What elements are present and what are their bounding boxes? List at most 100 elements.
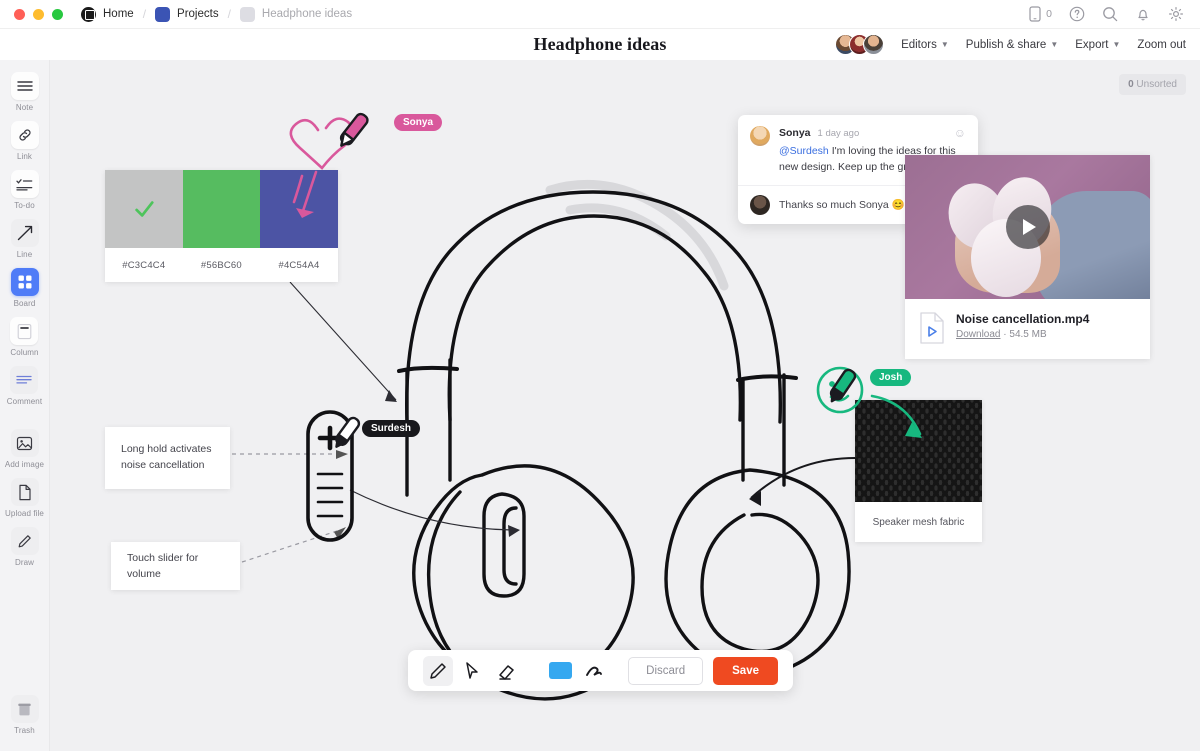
mobile-preview-icon[interactable]: 0 xyxy=(1029,6,1052,22)
sidebar-item-comment[interactable]: Comment xyxy=(7,366,42,406)
breadcrumb-label-current: Headphone ideas xyxy=(261,8,353,20)
swatch-chip[interactable] xyxy=(182,170,261,248)
home-icon xyxy=(81,6,96,22)
note-text: Long hold activates noise cancellation xyxy=(121,443,212,472)
settings-gear-icon[interactable] xyxy=(1168,6,1184,22)
document-header: Headphone ideas Editors ▼ Publish & shar… xyxy=(0,29,1200,60)
titlebar: Home / Projects / Headphone ideas 0 xyxy=(0,0,1200,29)
mesh-fabric-image xyxy=(855,400,982,502)
avatar xyxy=(750,194,770,215)
cursor-label-josh: Josh xyxy=(870,369,912,386)
swatch-item[interactable]: #4C54A4 xyxy=(260,170,338,282)
notifications-bell-icon[interactable] xyxy=(1135,6,1151,22)
breadcrumb-label-projects: Projects xyxy=(177,8,219,20)
app-window: Home / Projects / Headphone ideas 0 Head… xyxy=(0,0,1200,751)
sidebar-item-note[interactable]: Note xyxy=(10,72,39,112)
breadcrumb-item-home[interactable]: Home xyxy=(81,6,134,22)
swatch-item[interactable]: #56BC60 xyxy=(182,170,261,282)
unsorted-badge[interactable]: 0 Unsorted xyxy=(1119,74,1186,95)
help-icon[interactable] xyxy=(1069,6,1085,22)
sidebar-item-trash[interactable]: Trash xyxy=(10,695,39,735)
swatch-chip[interactable] xyxy=(260,170,338,248)
play-button[interactable] xyxy=(1005,205,1050,249)
save-button[interactable]: Save xyxy=(713,656,778,685)
image-icon xyxy=(10,429,39,457)
select-cursor-tool-button[interactable] xyxy=(457,656,487,686)
sidebar-item-add-image[interactable]: Add image xyxy=(5,429,44,469)
breadcrumb-item-projects[interactable]: Projects xyxy=(155,6,219,22)
swatch-chip[interactable] xyxy=(105,170,183,248)
highlighter-tool-button[interactable] xyxy=(579,656,609,686)
export-button[interactable]: Export ▼ xyxy=(1075,39,1120,51)
sidebar-label-board: Board xyxy=(13,299,36,308)
sidebar-label-draw: Draw xyxy=(14,558,35,567)
sidebar-item-line[interactable]: Line xyxy=(10,219,39,259)
stroke-color-button[interactable] xyxy=(545,656,575,686)
sidebar-item-column[interactable]: Column xyxy=(10,317,39,357)
swatch-label: #4C54A4 xyxy=(278,259,320,271)
add-reaction-icon[interactable]: ☺ xyxy=(954,126,966,140)
chevron-down-icon: ▼ xyxy=(940,40,949,49)
video-meta: Noise cancellation.mp4 Download · 54.5 M… xyxy=(905,299,1150,359)
sidebar-label-todo: To-do xyxy=(14,201,35,210)
search-icon[interactable] xyxy=(1102,6,1118,22)
eraser-tool-button[interactable] xyxy=(491,656,521,686)
video-file-icon xyxy=(920,312,944,344)
video-subtext: Download · 54.5 MB xyxy=(956,329,1089,340)
sidebar-item-upload-file[interactable]: Upload file xyxy=(5,478,44,518)
swatch-item[interactable]: #C3C4C4 xyxy=(105,170,183,282)
sonya-pen-cursor xyxy=(339,112,369,147)
eraser-icon xyxy=(499,664,514,680)
publish-share-button[interactable]: Publish & share ▼ xyxy=(966,39,1058,51)
mesh-fabric-card[interactable]: Speaker mesh fabric xyxy=(855,400,982,542)
unsorted-label: Unsorted xyxy=(1136,79,1177,90)
maximize-window-button[interactable] xyxy=(52,8,63,20)
sidebar-item-link[interactable]: Link xyxy=(10,121,39,161)
page-square-icon xyxy=(239,6,255,22)
note-card-touch-slider[interactable]: Touch slider for volume xyxy=(111,542,240,590)
download-link[interactable]: Download xyxy=(956,329,1000,340)
comment-timestamp: 1 day ago xyxy=(817,127,860,139)
checklist-icon xyxy=(10,170,39,198)
sidebar-item-board[interactable]: Board xyxy=(10,268,39,308)
sidebar-item-todo[interactable]: To-do xyxy=(10,170,39,210)
swatch-label: #56BC60 xyxy=(200,259,242,271)
breadcrumb-item-current[interactable]: Headphone ideas xyxy=(239,6,353,22)
play-icon xyxy=(1023,219,1036,235)
surdesh-pen-cursor xyxy=(335,416,361,448)
video-attachment-card[interactable]: Noise cancellation.mp4 Download · 54.5 M… xyxy=(905,155,1150,359)
export-label: Export xyxy=(1075,38,1109,51)
cursor-label-surdesh: Surdesh xyxy=(362,420,421,437)
discard-button[interactable]: Discard xyxy=(628,656,704,685)
left-sidebar: Note Link To-do Line Board Column Commen… xyxy=(0,60,50,751)
editors-menu-button[interactable]: Editors ▼ xyxy=(901,39,949,51)
arrow-line-icon xyxy=(10,219,39,247)
board-grid-icon xyxy=(10,268,39,296)
drawing-toolbar[interactable]: Discard Save xyxy=(408,650,793,691)
avatar xyxy=(863,34,885,55)
pen-tool-button[interactable] xyxy=(423,655,453,686)
cursor-label-sonya: Sonya xyxy=(394,114,443,131)
highlighter-icon xyxy=(586,666,602,676)
sidebar-label-line: Line xyxy=(16,250,33,259)
breadcrumb-separator: / xyxy=(142,7,147,21)
color-swatch-card[interactable]: #C3C4C4 #56BC60 #4C54A4 xyxy=(105,170,338,282)
note-card-noise-cancellation[interactable]: Long hold activates noise cancellation xyxy=(105,427,230,489)
zoom-out-button[interactable]: Zoom out xyxy=(1137,39,1186,51)
minimize-window-button[interactable] xyxy=(33,8,44,20)
note-lines-icon xyxy=(10,72,39,100)
collaborator-avatars[interactable] xyxy=(835,34,885,55)
unsorted-count: 0 xyxy=(1128,79,1134,90)
video-thumbnail[interactable] xyxy=(905,155,1150,299)
link-chain-icon xyxy=(10,121,39,149)
close-window-button[interactable] xyxy=(14,8,25,20)
mobile-preview-count: 0 xyxy=(1046,8,1052,20)
window-controls[interactable] xyxy=(0,8,63,20)
sidebar-label-upload-file: Upload file xyxy=(5,509,44,518)
sidebar-item-draw[interactable]: Draw xyxy=(10,527,39,567)
comment-mention[interactable]: @Surdesh xyxy=(779,145,829,157)
trash-bin-icon xyxy=(10,695,39,723)
whiteboard-canvas[interactable]: 0 Unsorted #C3C4C4 #56BC60 #4C54A4 Long … xyxy=(50,60,1200,751)
editors-label: Editors xyxy=(901,38,937,51)
video-filesize: 54.5 MB xyxy=(1009,329,1047,340)
